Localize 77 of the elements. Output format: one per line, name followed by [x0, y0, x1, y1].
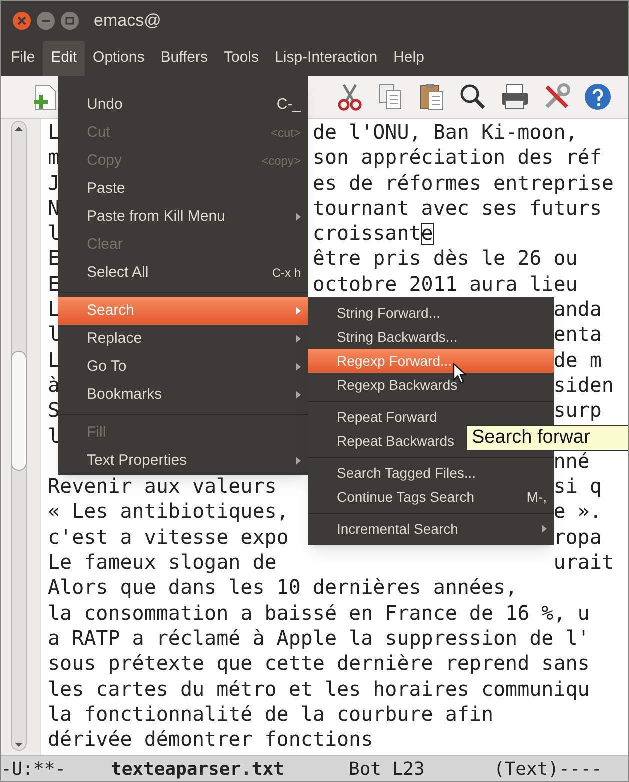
tooltip: Search forwar [466, 425, 628, 451]
scrollbar-thumb[interactable] [11, 351, 27, 471]
shortcut-label: <cut> [270, 125, 301, 142]
text-line: ropa [554, 524, 602, 550]
text-line: es de réformes entreprise [312, 170, 614, 196]
text-line: si q [554, 474, 602, 500]
scroll-down-icon[interactable] [14, 741, 24, 749]
text-line: dérivée démontrer fonctions [48, 727, 374, 752]
scroll-up-icon[interactable] [14, 125, 24, 133]
shortcut-label: M-, [526, 488, 547, 506]
maximize-icon[interactable] [60, 11, 80, 31]
menu-item[interactable]: Go To [58, 353, 308, 381]
text-line: la fonctionnalité de la courbure afin [48, 702, 494, 728]
menu-bar-item[interactable]: File [3, 41, 44, 76]
text-line: Le fameux slogan de [48, 550, 277, 576]
menu-item[interactable]: String Backwards... [308, 325, 554, 349]
text-line: sous prétexte que cette dernière reprend sans [48, 651, 590, 677]
text-line: L [48, 348, 60, 373]
menu-item[interactable]: Search Tagged Files... [308, 461, 554, 485]
menu-item[interactable]: Select All C-x h [58, 259, 308, 287]
menu-item[interactable]: Text Properties [58, 447, 308, 475]
menu-bar-item[interactable]: Buffers [152, 41, 216, 76]
text-line: L [48, 120, 60, 146]
text-line: Alors que dans les 10 dernières années, [48, 575, 518, 601]
menu-item[interactable]: Undo C-_ [58, 91, 308, 119]
text-line: de m [554, 348, 602, 373]
menu-bar-item[interactable]: Tools [216, 41, 268, 76]
text-line: nné [554, 448, 590, 474]
menu-item[interactable]: Continue Tags Search M-, [308, 485, 554, 509]
text-line: anda [554, 297, 602, 322]
buffer-status: -U:**- [1, 758, 68, 781]
menu-item[interactable]: Incremental Search [308, 517, 554, 541]
minimize-icon[interactable] [36, 11, 56, 31]
text-line: surp [554, 398, 602, 424]
menu-bar-item[interactable]: Help [386, 41, 432, 76]
shortcut-label: <copy> [262, 153, 301, 170]
menu-item[interactable]: Paste from Kill Menu [58, 203, 308, 231]
text-line: Revenir aux valeurs [48, 474, 277, 500]
text-line: a RATP a réclamé à Apple la suppression de l' [48, 626, 590, 652]
text-line: l [48, 221, 60, 246]
text-line: S [48, 398, 60, 424]
menu-bar-item[interactable]: Lisp-Interaction [267, 41, 386, 76]
text-line: être pris dès le 26 ou [312, 246, 578, 272]
text-line: e ». [554, 499, 602, 525]
text-line: son appréciation des réf [312, 145, 602, 171]
close-icon[interactable] [12, 11, 32, 31]
text-line: c'est a vitesse expo [48, 524, 289, 550]
text-line: « Les antibiotiques, [48, 499, 289, 525]
menu-item[interactable]: String Forward... [308, 301, 554, 325]
shortcut-label: C-x h [272, 265, 301, 282]
new-file-icon[interactable] [33, 84, 59, 112]
text-line: J [48, 170, 60, 196]
text-line: la consommation a baissé en France de 16 %, u [48, 600, 590, 626]
shortcut-label: C-_ [276, 94, 301, 115]
buffer-position: Bot L23 [349, 758, 426, 781]
menu-item[interactable]: Bookmarks [58, 381, 308, 409]
text-line: urait [554, 550, 614, 576]
printer-icon[interactable] [499, 82, 531, 112]
menu-item[interactable]: Regexp Backwards [308, 373, 554, 397]
text-line: octobre 2011 aura lieu [312, 272, 578, 298]
text-line: tournant avec ses futurs [312, 196, 602, 222]
search-icon[interactable] [458, 82, 488, 112]
menu-bar-item[interactable]: Options [85, 41, 153, 76]
text-line: siden [554, 372, 614, 398]
menu-item[interactable]: Replace [58, 325, 308, 353]
window-title: emacs@ [94, 10, 162, 32]
major-mode: (Text)---- [494, 758, 602, 781]
text-line: L [48, 297, 60, 322]
menu-item[interactable]: Paste [58, 175, 308, 203]
text-line: l [48, 322, 60, 348]
text-line: l [48, 424, 60, 449]
text-line: enta [554, 322, 602, 348]
menu-bar-item[interactable]: Edit [43, 41, 86, 76]
text-line: de l'ONU, Ban Ki-moon, [312, 120, 578, 146]
text-line: les cartes du métro et les horaires communiqu [48, 676, 590, 702]
buffer-name: texteaparser.txt [111, 758, 286, 781]
help-icon[interactable] [583, 82, 613, 112]
